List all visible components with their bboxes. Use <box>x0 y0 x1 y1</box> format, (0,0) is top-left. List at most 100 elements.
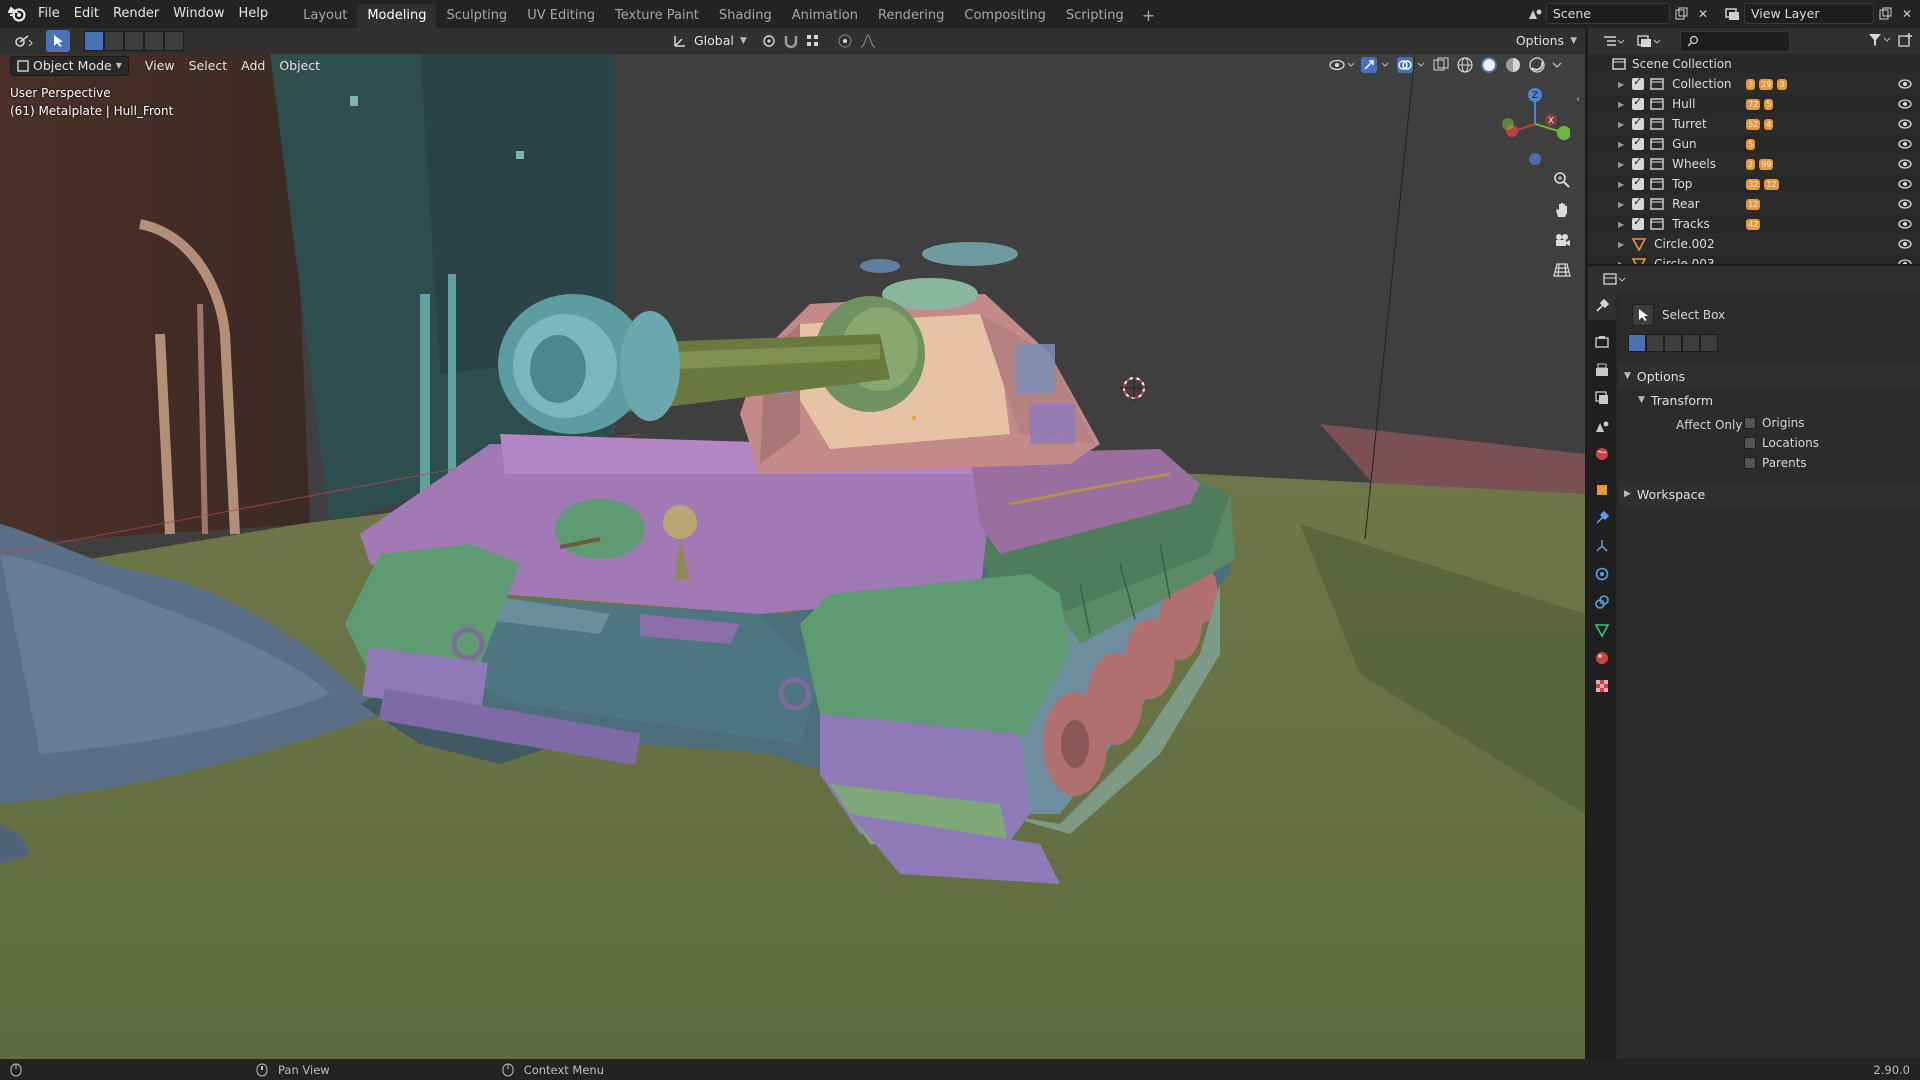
mode-set-button[interactable] <box>1628 334 1646 352</box>
editor-type-button[interactable] <box>8 31 40 51</box>
new-scene-icon[interactable] <box>1670 3 1692 24</box>
visibility-eye-icon[interactable] <box>1898 197 1912 211</box>
visibility-eye-icon[interactable] <box>1898 77 1912 91</box>
sidebar-toggle-icon[interactable]: ‹ <box>1576 94 1580 105</box>
new-collection-icon[interactable] <box>1898 32 1914 48</box>
perspective-grid-icon[interactable] <box>1548 256 1576 284</box>
outliner-item-tracks[interactable]: ▶ Tracks 42 <box>1588 214 1920 234</box>
child-count-badge[interactable]: 3 <box>1746 78 1756 90</box>
scene-icon[interactable] <box>1524 3 1546 24</box>
outliner-editor-type-button[interactable] <box>1596 31 1630 51</box>
options-panel-header[interactable]: ▼ Options <box>1618 364 1920 388</box>
visibility-eye-icon[interactable] <box>1898 157 1912 171</box>
outliner-item-rear[interactable]: ▶ Rear 12 <box>1588 194 1920 214</box>
child-count-badge[interactable]: 99 <box>1759 158 1774 170</box>
expand-arrow-icon[interactable]: ▶ <box>1618 100 1624 109</box>
outliner-item-top[interactable]: ▶ Top 3212 <box>1588 174 1920 194</box>
outliner-item-circle-003[interactable]: ▶ Circle.003 <box>1588 254 1920 264</box>
delete-scene-icon[interactable]: ✕ <box>1692 3 1714 24</box>
xray-toggle-icon[interactable] <box>1432 56 1450 74</box>
child-count-badge[interactable]: 12 <box>1764 178 1779 190</box>
pan-hand-icon[interactable] <box>1548 196 1576 224</box>
mode-intersect-button[interactable] <box>1700 334 1718 352</box>
exclude-checkbox[interactable] <box>1632 215 1645 230</box>
visibility-eye-icon[interactable] <box>1898 117 1912 131</box>
outliner-item-turret[interactable]: ▶ Turret 524 <box>1588 114 1920 134</box>
expand-arrow-icon[interactable]: ▶ <box>1618 160 1624 169</box>
mode-dropdown[interactable]: Object Mode ▼ <box>10 56 129 76</box>
falloff-curve-icon[interactable] <box>859 33 877 49</box>
object-tab-icon[interactable] <box>1588 476 1616 504</box>
tab-rendering[interactable]: Rendering <box>868 4 954 28</box>
exclude-checkbox[interactable] <box>1632 155 1645 170</box>
parents-checkbox-box[interactable] <box>1744 457 1756 469</box>
select-intersect-mode-button[interactable] <box>164 31 184 51</box>
exclude-checkbox[interactable] <box>1632 75 1645 90</box>
material-tab-icon[interactable] <box>1588 644 1616 672</box>
visibility-eye-icon[interactable] <box>1898 177 1912 191</box>
wireframe-shading-icon[interactable] <box>1456 56 1474 74</box>
menu-edit[interactable]: Edit <box>67 3 106 25</box>
menu-window[interactable]: Window <box>166 3 231 25</box>
visibility-eye-icon[interactable] <box>1898 97 1912 111</box>
navigation-gizmo[interactable]: Z X <box>1490 84 1570 169</box>
visibility-eye-icon[interactable] <box>1898 257 1912 264</box>
gizmo-toggle-icon[interactable] <box>1360 56 1390 74</box>
child-count-badge[interactable]: 12 <box>1746 198 1761 210</box>
texture-tab-icon[interactable] <box>1588 672 1616 700</box>
visibility-selectability-icon[interactable] <box>1328 56 1354 74</box>
viewport-menu-object[interactable]: Object <box>273 56 326 76</box>
child-count-badge[interactable]: 42 <box>1746 218 1761 230</box>
mode-extend-button[interactable] <box>1646 334 1664 352</box>
visibility-eye-icon[interactable] <box>1898 237 1912 251</box>
filter-icon[interactable] <box>1868 32 1892 48</box>
outliner-item-collection[interactable]: ▶ Collection 3293 <box>1588 74 1920 94</box>
modifier-tab-icon[interactable] <box>1588 504 1616 532</box>
expand-arrow-icon[interactable]: ▶ <box>1618 220 1624 229</box>
select-invert-mode-button[interactable] <box>144 31 164 51</box>
child-count-badge[interactable]: 2 <box>1746 158 1756 170</box>
locations-checkbox[interactable]: Locations <box>1744 436 1819 450</box>
tab-sculpting[interactable]: Sculpting <box>436 4 517 28</box>
properties-editor-type-button[interactable] <box>1596 269 1632 289</box>
particles-tab-icon[interactable] <box>1588 532 1616 560</box>
camera-view-icon[interactable] <box>1548 226 1576 254</box>
scene-name-field[interactable]: Scene <box>1545 3 1671 24</box>
snap-magnet-icon[interactable] <box>783 33 799 49</box>
display-mode-dropdown[interactable] <box>1630 31 1666 51</box>
expand-arrow-icon[interactable]: ▶ <box>1618 200 1624 209</box>
render-tab-icon[interactable] <box>1588 328 1616 356</box>
child-count-badge[interactable]: 29 <box>1759 78 1774 90</box>
transform-orientation-dropdown[interactable]: Global ▼ <box>672 31 747 51</box>
pivot-point-icon[interactable] <box>761 33 777 49</box>
material-preview-shading-icon[interactable] <box>1504 56 1522 74</box>
expand-arrow-icon[interactable]: ▶ <box>1618 140 1624 149</box>
tab-texture-paint[interactable]: Texture Paint <box>605 4 709 28</box>
expand-arrow-icon[interactable]: ▶ <box>1618 80 1624 89</box>
rendered-shading-icon[interactable] <box>1528 56 1546 74</box>
options-dropdown[interactable]: Options ▼ <box>1510 31 1577 51</box>
select-new-mode-button[interactable] <box>84 31 104 51</box>
tab-scripting[interactable]: Scripting <box>1056 4 1134 28</box>
origins-checkbox-box[interactable] <box>1744 417 1756 429</box>
view-layer-tab-icon[interactable] <box>1588 384 1616 412</box>
new-view-layer-icon[interactable] <box>1874 3 1896 24</box>
child-count-badge[interactable]: 5 <box>1746 138 1756 150</box>
tab-compositing[interactable]: Compositing <box>954 4 1056 28</box>
mode-invert-button[interactable] <box>1682 334 1700 352</box>
outliner-item-circle-002[interactable]: ▶ Circle.002 <box>1588 234 1920 254</box>
workspace-panel-header[interactable]: ▶ Workspace <box>1618 482 1920 506</box>
view-layer-field[interactable]: View Layer <box>1744 3 1874 24</box>
delete-view-layer-icon[interactable]: ✕ <box>1896 3 1918 24</box>
locations-checkbox-box[interactable] <box>1744 437 1756 449</box>
tab-uv-editing[interactable]: UV Editing <box>517 4 605 28</box>
expand-arrow-icon[interactable]: ▶ <box>1618 120 1624 129</box>
transform-subpanel-header[interactable]: ▼ Transform <box>1618 388 1920 412</box>
menu-render[interactable]: Render <box>106 3 166 25</box>
proportional-editing-icon[interactable] <box>837 33 853 49</box>
mode-subtract-button[interactable] <box>1664 334 1682 352</box>
child-count-badge[interactable]: 5 <box>1764 98 1774 110</box>
select-subtract-mode-button[interactable] <box>124 31 144 51</box>
child-count-badge[interactable]: 72 <box>1746 98 1761 110</box>
outliner-item-gun[interactable]: ▶ Gun 5 <box>1588 134 1920 154</box>
